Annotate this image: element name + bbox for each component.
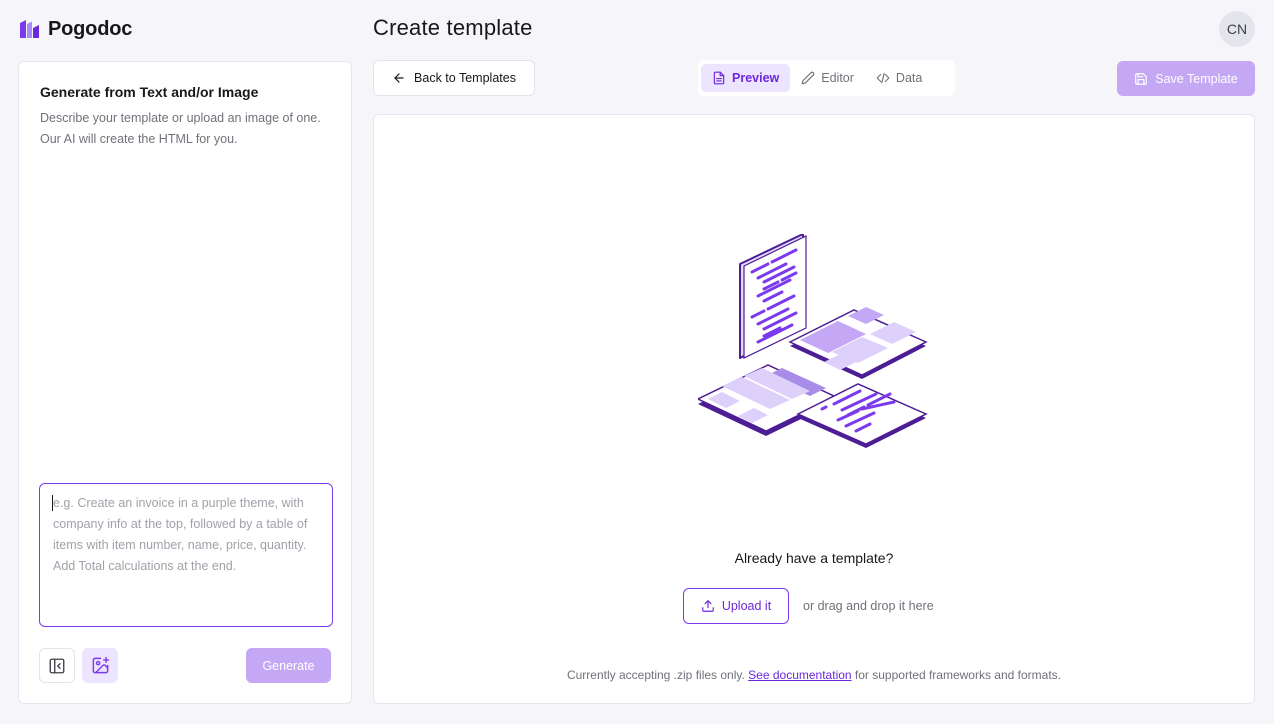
pencil-icon [801, 71, 815, 85]
save-template-button[interactable]: Save Template [1117, 61, 1255, 96]
text-caret [52, 495, 53, 511]
generate-panel-title: Generate from Text and/or Image [40, 84, 259, 100]
documentation-link[interactable]: See documentation [748, 668, 851, 682]
upload-heading: Already have a template? [734, 550, 894, 566]
pogodoc-logo-icon [20, 20, 39, 38]
tab-preview[interactable]: Preview [701, 64, 791, 92]
back-to-templates-button[interactable]: Back to Templates [373, 60, 535, 96]
tab-label: Data [895, 71, 923, 85]
file-text-icon [713, 71, 725, 85]
footnote-prefix: Currently accepting .zip files only. [566, 668, 745, 682]
upload-button-label: Upload it [721, 599, 772, 613]
drag-drop-hint: or drag and drop it here [803, 599, 934, 613]
app-logo[interactable]: Pogodoc [18, 16, 132, 42]
template-upload-area[interactable]: Already have a template? Upload it or dr… [373, 114, 1255, 704]
generate-panel-description: Describe your template or upload an imag… [40, 111, 321, 146]
add-image-button[interactable] [82, 648, 118, 683]
upload-footnote: Currently accepting .zip files only. See… [374, 668, 1254, 682]
tab-label: Editor [821, 71, 854, 85]
view-tabs: Preview Editor Data [698, 60, 955, 96]
templates-illustration [698, 234, 928, 448]
image-add-icon [92, 656, 109, 674]
prompt-textarea[interactable]: e.g. Create an invoice in a purple theme… [39, 483, 333, 627]
tab-data[interactable]: Data [865, 64, 933, 92]
generate-button[interactable]: Generate [246, 648, 331, 683]
page-title: Create template [373, 15, 533, 40]
tab-editor[interactable]: Editor [790, 64, 865, 92]
ai-generate-panel: Generate from Text and/or Image Describe… [18, 61, 352, 704]
code-icon [876, 72, 890, 84]
app-name: Pogodoc [48, 17, 133, 40]
back-button-label: Back to Templates [414, 71, 516, 85]
upload-button[interactable]: Upload it [683, 588, 789, 624]
sidebar-collapse-icon [49, 658, 65, 673]
upload-icon [701, 600, 714, 612]
layout-card-right [788, 307, 928, 379]
user-avatar[interactable]: CN [1219, 11, 1255, 47]
tab-label: Preview [732, 71, 780, 85]
arrow-left-icon [394, 73, 404, 83]
save-button-label: Save Template [1155, 71, 1238, 86]
collapse-sidebar-button[interactable] [39, 648, 75, 683]
footnote-suffix: for supported frameworks and formats. [854, 668, 1062, 682]
save-icon [1135, 72, 1148, 85]
prompt-placeholder: e.g. Create an invoice in a purple theme… [53, 496, 308, 573]
avatar-initials: CN [1226, 21, 1248, 37]
